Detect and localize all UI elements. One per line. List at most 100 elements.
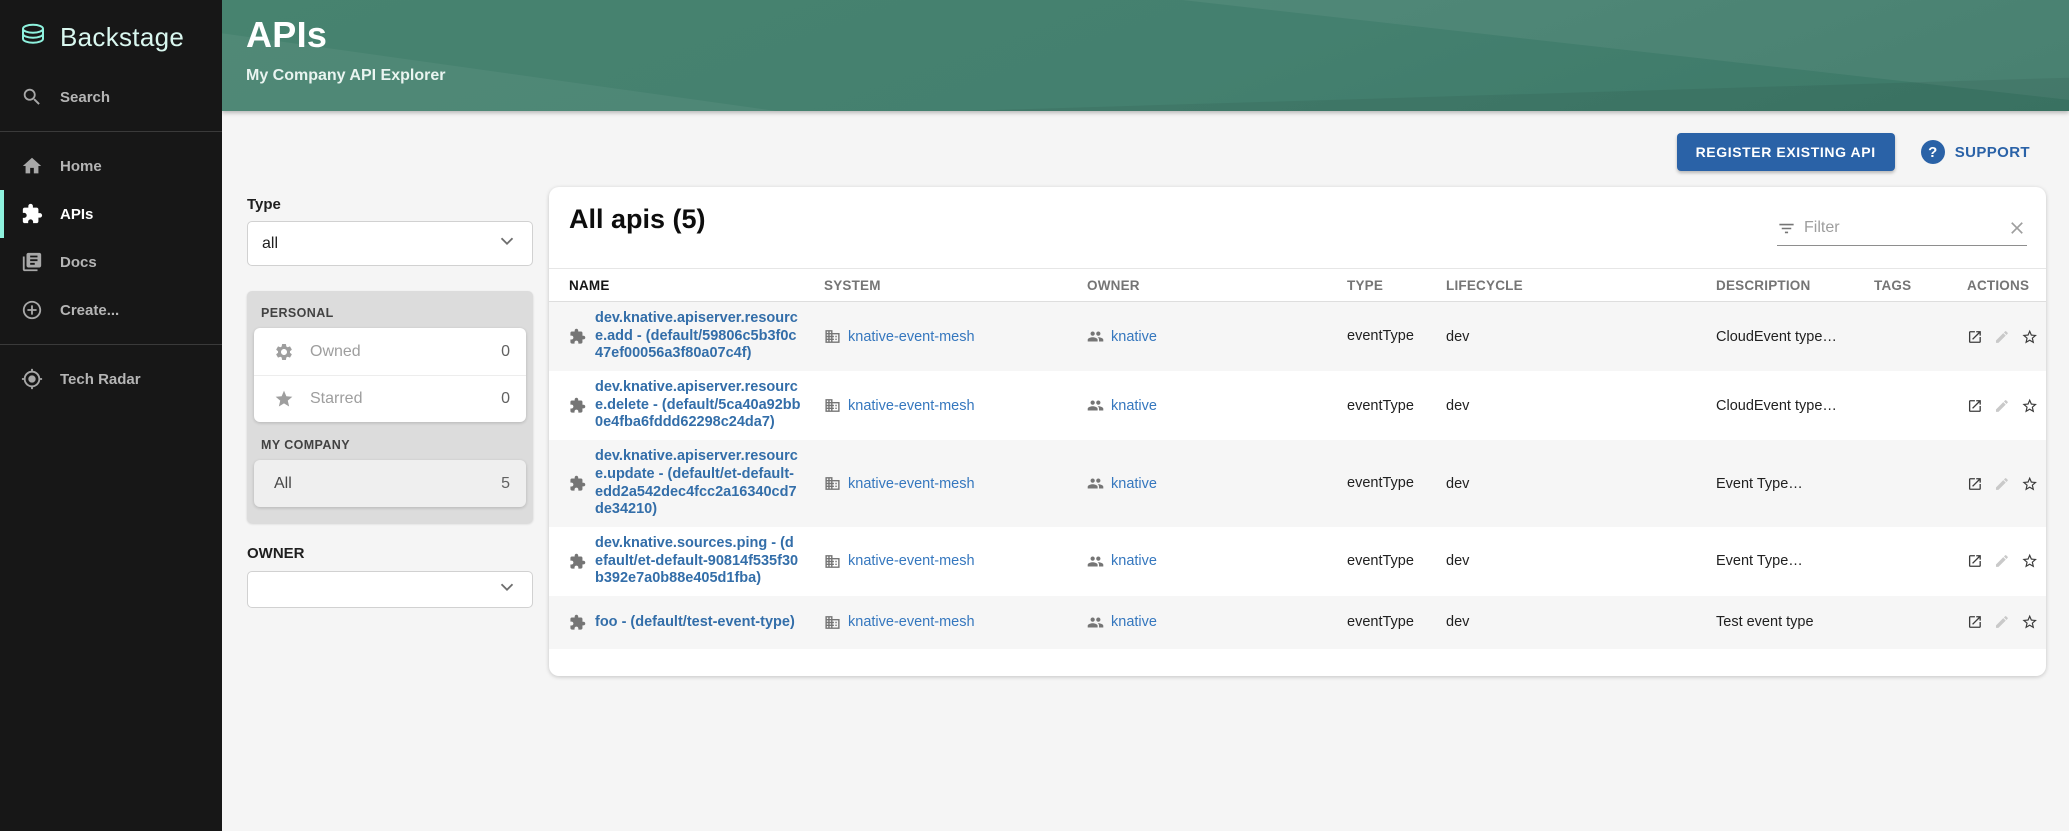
owner-link[interactable]: knative (1111, 553, 1157, 569)
starred-filter-label: Starred (310, 390, 501, 408)
owner-link[interactable]: knative (1111, 329, 1157, 345)
column-header-description[interactable]: DESCRIPTION (1716, 278, 1874, 293)
open-in-new-icon[interactable] (1967, 551, 1983, 571)
table-filter-input[interactable] (1804, 219, 1999, 237)
all-picker-card: All 5 (254, 460, 526, 507)
edit-icon[interactable] (1994, 327, 2010, 347)
table-filter-field (1777, 218, 2027, 246)
type-cell: eventType (1347, 605, 1446, 639)
owner-link[interactable]: knative (1111, 476, 1157, 492)
type-cell: eventType (1347, 319, 1446, 353)
star-border-icon[interactable] (2021, 473, 2038, 495)
chevron-down-icon (496, 576, 518, 603)
table-header-row: NAME SYSTEM OWNER TYPE LIFECYCLE DESCRIP… (549, 268, 2046, 302)
system-link[interactable]: knative-event-mesh (848, 329, 975, 345)
edit-icon[interactable] (1994, 474, 2010, 494)
api-name-link[interactable]: foo - (default/test-event-type) (595, 614, 801, 632)
all-count-badge: 5 (501, 475, 510, 493)
sidebar-item-home[interactable]: Home (0, 142, 222, 190)
column-header-system[interactable]: SYSTEM (824, 278, 1087, 293)
lifecycle-cell: dev (1446, 390, 1716, 422)
edit-icon[interactable] (1994, 612, 2010, 632)
tags-cell (1874, 398, 1967, 414)
name-cell: dev.knative.apiserver.resource.delete - … (549, 371, 824, 440)
system-link[interactable]: knative-event-mesh (848, 553, 975, 569)
api-name-link[interactable]: dev.knative.apiserver.resource.delete - … (595, 379, 801, 432)
description-cell: Event Type… (1716, 545, 1874, 577)
open-in-new-icon[interactable] (1967, 474, 1983, 494)
api-name-link[interactable]: dev.knative.apiserver.resource.add - (de… (595, 310, 801, 363)
filter-list-icon (1777, 219, 1796, 238)
table-row: foo - (default/test-event-type) knative-… (549, 596, 2046, 649)
owner-cell: knative (1087, 467, 1347, 500)
api-name-link[interactable]: dev.knative.sources.ping - (default/et-d… (595, 535, 801, 588)
starred-count-badge: 0 (501, 390, 510, 408)
register-existing-api-button[interactable]: REGISTER EXISTING API (1677, 133, 1895, 171)
column-header-owner[interactable]: OWNER (1087, 278, 1347, 293)
sidebar-item-search[interactable]: Search (0, 73, 222, 121)
actions-cell (1967, 542, 2046, 580)
personal-group-label: PERSONAL (254, 300, 526, 328)
lifecycle-cell: dev (1446, 321, 1716, 353)
home-icon (21, 155, 43, 177)
group-icon (1087, 397, 1104, 414)
owned-count-badge: 0 (501, 343, 510, 361)
sidebar-item-create[interactable]: Create... (0, 286, 222, 334)
actions-cell (1967, 603, 2046, 641)
star-border-icon[interactable] (2021, 395, 2038, 417)
system-icon (824, 397, 841, 414)
system-cell: knative-event-mesh (824, 606, 1087, 639)
group-icon (1087, 553, 1104, 570)
actions-cell (1967, 387, 2046, 425)
api-name-link[interactable]: dev.knative.apiserver.resource.update - … (595, 448, 801, 519)
star-border-icon[interactable] (2021, 326, 2038, 348)
description-cell: Test event type (1716, 606, 1874, 638)
clear-filter-icon[interactable] (2007, 218, 2027, 238)
system-link[interactable]: knative-event-mesh (848, 476, 975, 492)
company-group-label: MY COMPANY (254, 422, 526, 460)
page-subtitle: My Company API Explorer (246, 67, 445, 85)
all-filter-item[interactable]: All 5 (254, 460, 526, 507)
backstage-logo[interactable]: Backstage (0, 0, 222, 73)
star-border-icon[interactable] (2021, 611, 2038, 633)
system-cell: knative-event-mesh (824, 467, 1087, 500)
owner-link[interactable]: knative (1111, 614, 1157, 630)
page-title: APIs (246, 14, 327, 56)
filter-panel: Type all PERSONAL Owned 0 (247, 196, 533, 608)
system-link[interactable]: knative-event-mesh (848, 398, 975, 414)
name-cell: dev.knative.apiserver.resource.add - (de… (549, 302, 824, 371)
sidebar-item-docs[interactable]: Docs (0, 238, 222, 286)
description-cell: CloudEvent type… (1716, 390, 1874, 422)
support-button[interactable]: ? SUPPORT (1921, 140, 2030, 164)
sidebar-item-label: APIs (60, 206, 93, 223)
tags-cell (1874, 476, 1967, 492)
open-in-new-icon[interactable] (1967, 327, 1983, 347)
system-icon (824, 553, 841, 570)
open-in-new-icon[interactable] (1967, 612, 1983, 632)
column-header-tags[interactable]: TAGS (1874, 278, 1967, 293)
sidebar-item-label: Docs (60, 254, 97, 271)
type-filter-select[interactable]: all (247, 221, 533, 266)
open-in-new-icon[interactable] (1967, 396, 1983, 416)
system-icon (824, 475, 841, 492)
column-header-name[interactable]: NAME (549, 278, 824, 293)
actions-cell (1967, 318, 2046, 356)
sidebar-item-apis[interactable]: APIs (0, 190, 222, 238)
column-header-lifecycle[interactable]: LIFECYCLE (1446, 278, 1716, 293)
edit-icon[interactable] (1994, 551, 2010, 571)
edit-icon[interactable] (1994, 396, 2010, 416)
column-header-type[interactable]: TYPE (1347, 278, 1446, 293)
system-link[interactable]: knative-event-mesh (848, 614, 975, 630)
owned-filter-item[interactable]: Owned 0 (254, 328, 526, 375)
lifecycle-cell: dev (1446, 545, 1716, 577)
sidebar-item-tech-radar[interactable]: Tech Radar (0, 355, 222, 403)
puzzle-icon (569, 328, 586, 345)
gear-icon (274, 342, 294, 362)
owner-link[interactable]: knative (1111, 398, 1157, 414)
owner-filter-select[interactable] (247, 571, 533, 608)
starred-filter-item[interactable]: Starred 0 (254, 375, 526, 422)
radar-icon (21, 368, 43, 390)
star-border-icon[interactable] (2021, 550, 2038, 572)
docs-icon (21, 251, 43, 273)
puzzle-icon (569, 553, 586, 570)
